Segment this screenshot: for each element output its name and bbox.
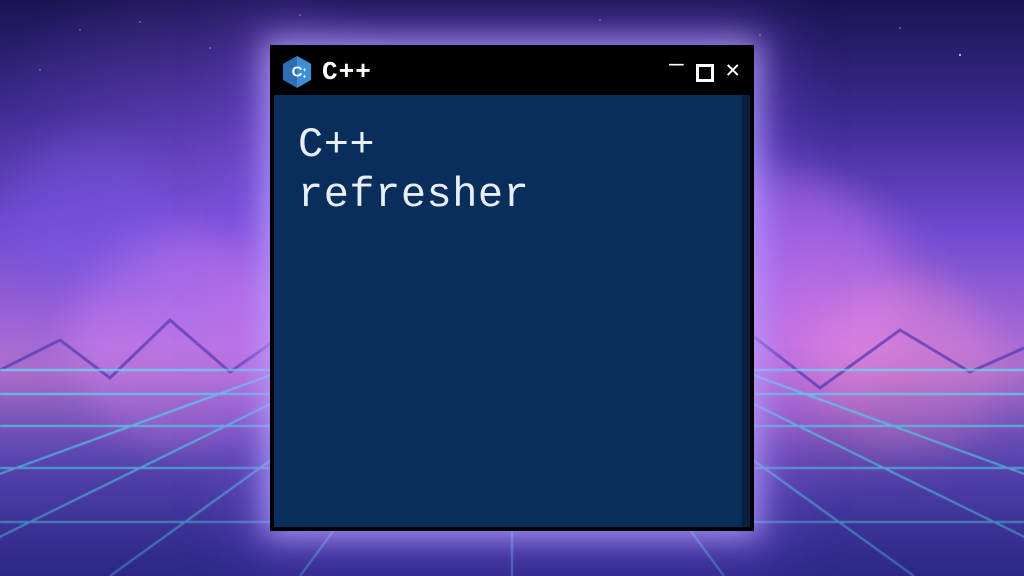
svg-text:+: +	[303, 73, 307, 80]
minimize-button[interactable]: —	[669, 54, 683, 78]
svg-text:+: +	[303, 67, 307, 74]
cpp-logo-icon: C + +	[282, 55, 312, 89]
svg-text:C: C	[292, 64, 303, 81]
console-content: C++ refresher	[274, 95, 750, 246]
window-title: C++	[322, 57, 372, 87]
window-right-shadow	[742, 95, 750, 527]
content-line: refresher	[298, 171, 726, 221]
maximize-button[interactable]	[696, 64, 714, 82]
content-line: C++	[298, 121, 726, 171]
close-button[interactable]: ✕	[726, 60, 740, 84]
window-controls: — ✕	[669, 60, 740, 84]
window-titlebar[interactable]: C + + C++ — ✕	[274, 49, 750, 95]
console-window: C + + C++ — ✕ C++ refresher	[270, 45, 754, 531]
